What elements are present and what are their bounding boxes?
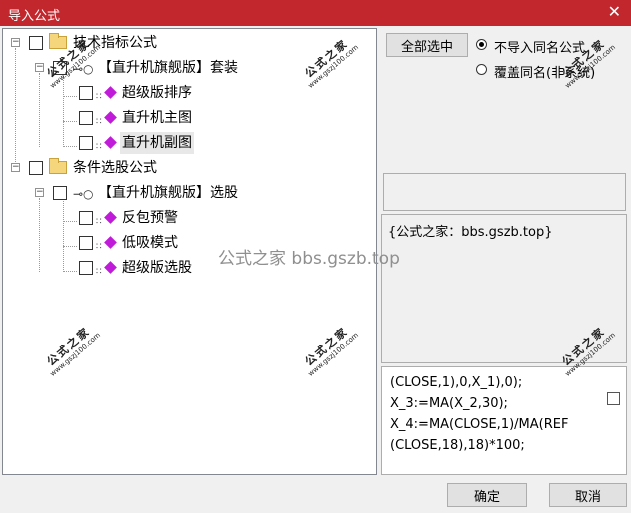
folder-icon [49, 158, 67, 174]
tree-suite-row[interactable]: − ⊸○ 【直升机旗舰版】选股 [3, 182, 373, 204]
formula-icon: ∷ [96, 217, 102, 227]
code-line: (CLOSE,1),0,X_1),0); [390, 375, 523, 390]
tree-item[interactable]: ∷ 直升机副图 [3, 132, 373, 154]
item-label: 超级版选股 [122, 260, 192, 276]
info-field [383, 173, 626, 211]
item-label: 直升机副图 [120, 132, 194, 154]
close-icon[interactable]: ✕ [608, 2, 621, 21]
cancel-button[interactable]: 取消 [549, 483, 627, 507]
item-label: 直升机主图 [122, 110, 192, 126]
item-label: 超级版排序 [122, 85, 192, 101]
overwrite-same-radio[interactable]: 覆盖同名(非系统) [476, 62, 626, 81]
tree-group-screening-formulas[interactable]: − 条件选股公式 [3, 157, 373, 179]
window-title: 导入公式 [8, 9, 61, 24]
diamond-icon [104, 236, 117, 249]
item-checkbox[interactable] [79, 111, 93, 125]
item-label: 反包预警 [122, 210, 178, 226]
item-checkbox[interactable] [79, 261, 93, 275]
group-label: 条件选股公式 [73, 160, 157, 176]
item-checkbox[interactable] [79, 211, 93, 225]
diamond-icon [104, 211, 117, 224]
collapse-toggle[interactable]: − [11, 38, 20, 47]
dialog-footer [0, 475, 631, 513]
item-checkbox[interactable] [79, 136, 93, 150]
tree-item[interactable]: ∷ 反包预警 [3, 207, 373, 229]
suite-label: 【直升机旗舰版】套装 [98, 60, 238, 76]
suite-checkbox[interactable] [53, 186, 67, 200]
formula-icon: ∷ [96, 242, 102, 252]
tree-group-indicator-formulas[interactable]: − 技术指标公式 [3, 32, 373, 54]
diamond-icon [104, 261, 117, 274]
suite-label: 【直升机旗舰版】选股 [98, 185, 238, 201]
ok-button[interactable]: 确定 [447, 483, 527, 507]
code-checkbox[interactable] [607, 392, 620, 405]
diamond-icon [104, 136, 117, 149]
collapse-toggle[interactable]: − [35, 188, 44, 197]
diamond-icon [104, 111, 117, 124]
select-all-button[interactable]: 全部选中 [386, 33, 468, 57]
formula-icon: ∷ [96, 142, 102, 152]
item-checkbox[interactable] [79, 86, 93, 100]
group-checkbox[interactable] [29, 36, 43, 50]
folder-icon [49, 33, 67, 49]
radio-label: 不导入同名公式 [494, 41, 586, 56]
radio-indicator-selected [476, 39, 487, 50]
tree-item[interactable]: ∷ 直升机主图 [3, 107, 373, 129]
formula-icon: ∷ [96, 117, 102, 127]
code-line: (CLOSE,18),18)*100; [390, 438, 525, 453]
group-checkbox[interactable] [29, 161, 43, 175]
collapse-toggle[interactable]: − [35, 63, 44, 72]
collapse-toggle[interactable]: − [11, 163, 20, 172]
center-watermark: 公式之家 bbs.gszb.top [218, 249, 400, 269]
radio-indicator [476, 64, 487, 75]
code-line: X_3:=MA(X_2,30); [390, 396, 508, 411]
diamond-icon [104, 86, 117, 99]
formula-icon: ∷ [96, 267, 102, 277]
item-checkbox[interactable] [79, 236, 93, 250]
formula-icon: ∷ [96, 92, 102, 102]
title-bar: 导入公式 ✕ [0, 0, 631, 26]
key-icon: ⊸○ [73, 187, 94, 201]
code-line: X_4:=MA(CLOSE,1)/MA(REF [390, 417, 569, 432]
note-text: {公式之家：bbs.gszb.top} [388, 225, 553, 240]
item-label: 低吸模式 [122, 235, 178, 251]
formula-code-view[interactable]: (CLOSE,1),0,X_1),0); X_3:=MA(X_2,30); X_… [381, 366, 627, 475]
